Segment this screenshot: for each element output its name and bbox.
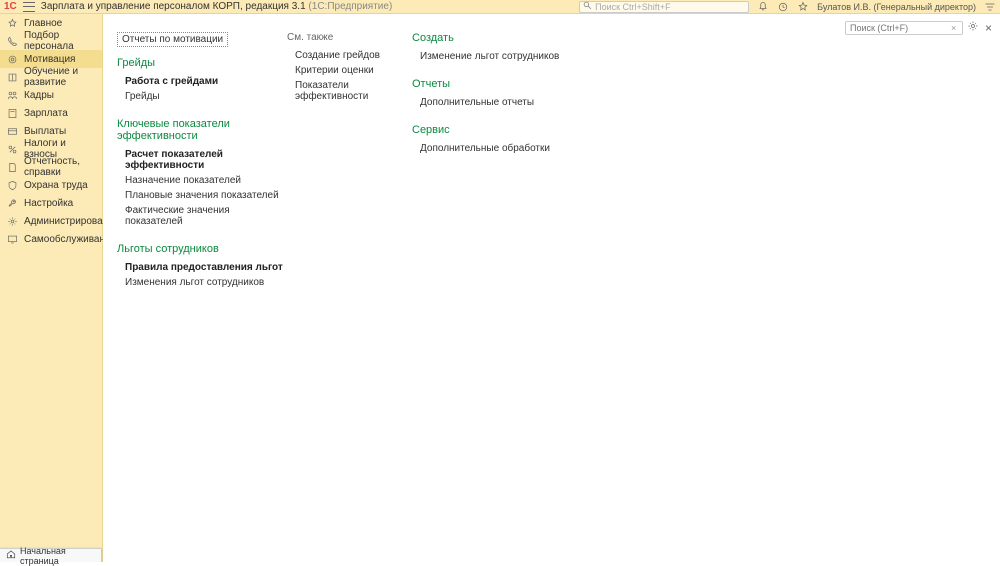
sidebar-item-label: Подбор персонала <box>24 30 96 52</box>
sidebar-item-hr[interactable]: Кадры <box>0 86 102 104</box>
filter-icon[interactable] <box>984 1 996 13</box>
link-create-grades[interactable]: Создание грейдов <box>287 48 412 63</box>
section-seealso: См. также <box>287 32 412 43</box>
section-kpi: Ключевые показатели эффективности <box>117 118 287 142</box>
search-icon <box>583 1 592 12</box>
document-icon <box>6 161 18 173</box>
link-criteria[interactable]: Критерии оценки <box>287 63 412 78</box>
gear-icon <box>6 215 18 227</box>
book-icon <box>6 71 18 83</box>
sidebar-item-label: Главное <box>24 18 62 29</box>
section-service: Сервис <box>412 124 592 136</box>
monitor-icon <box>6 233 18 245</box>
link-benefit-rules[interactable]: Правила предоставления льгот <box>117 260 287 275</box>
global-search-input[interactable]: Поиск Ctrl+Shift+F <box>579 1 749 13</box>
section-create: Создать <box>412 32 592 44</box>
menu-icon[interactable] <box>23 2 35 12</box>
sidebar-item-label: Кадры <box>24 90 54 101</box>
content-search-input[interactable] <box>845 21 963 35</box>
bell-icon[interactable] <box>757 1 769 13</box>
clear-icon[interactable]: × <box>951 23 956 33</box>
home-tab[interactable]: Начальная страница <box>0 549 102 562</box>
home-tab-label: Начальная страница <box>20 546 95 566</box>
gear-icon[interactable] <box>967 20 979 35</box>
link-benefit-changes[interactable]: Изменения льгот сотрудников <box>117 275 287 290</box>
people-icon <box>6 89 18 101</box>
link-kpi-indicators[interactable]: Показатели эффективности <box>287 78 412 104</box>
link-kpi-assign[interactable]: Назначение показателей <box>117 173 287 188</box>
sidebar-item-selfservice[interactable]: Самообслуживание <box>0 230 102 248</box>
star-icon[interactable] <box>797 1 809 13</box>
target-icon <box>6 53 18 65</box>
sidebar-item-training[interactable]: Обучение и развитие <box>0 68 102 86</box>
sidebar-item-admin[interactable]: Администрирование <box>0 212 102 230</box>
reports-link-box[interactable]: Отчеты по мотивации <box>117 32 228 47</box>
card-icon <box>6 125 18 137</box>
phone-icon <box>6 35 18 47</box>
sidebar-item-settings[interactable]: Настройка <box>0 194 102 212</box>
link-create-benefit-change[interactable]: Изменение льгот сотрудников <box>412 49 592 64</box>
sidebar-item-recruiting[interactable]: Подбор персонала <box>0 32 102 50</box>
app-logo: 1С <box>4 1 17 12</box>
titlebar: 1С Зарплата и управление персоналом КОРП… <box>0 0 1000 14</box>
link-grades[interactable]: Грейды <box>117 89 287 104</box>
sidebar: Главное Подбор персонала Мотивация Обуче… <box>0 14 103 548</box>
star-icon <box>6 17 18 29</box>
sidebar-item-label: Обучение и развитие <box>24 66 96 88</box>
sidebar-item-salary[interactable]: Зарплата <box>0 104 102 122</box>
app-title: Зарплата и управление персоналом КОРП, р… <box>41 1 392 12</box>
section-benefits: Льготы сотрудников <box>117 243 287 255</box>
link-work-grades[interactable]: Работа с грейдами <box>117 74 287 89</box>
footer: Начальная страница <box>0 548 103 562</box>
close-icon[interactable]: × <box>985 21 992 35</box>
shield-icon <box>6 179 18 191</box>
sidebar-item-label: Зарплата <box>24 108 68 119</box>
sidebar-item-label: Отчетность, справки <box>24 156 96 178</box>
link-kpi-plan[interactable]: Плановые значения показателей <box>117 188 287 203</box>
sidebar-item-label: Охрана труда <box>24 180 88 191</box>
link-kpi-calc[interactable]: Расчет показателей эффективности <box>117 147 287 173</box>
sidebar-item-reports[interactable]: Отчетность, справки <box>0 158 102 176</box>
content-area: × × Отчеты по мотивации Грейды Работа с … <box>103 14 1000 548</box>
user-label[interactable]: Булатов И.В. (Генеральный директор) <box>817 2 976 12</box>
sidebar-item-label: Мотивация <box>24 54 75 65</box>
sidebar-item-safety[interactable]: Охрана труда <box>0 176 102 194</box>
calculator-icon <box>6 107 18 119</box>
section-grades: Грейды <box>117 57 287 69</box>
link-kpi-fact[interactable]: Фактические значения показателей <box>117 203 287 229</box>
sidebar-item-label: Выплаты <box>24 126 66 137</box>
content-search: × × <box>845 20 992 35</box>
history-icon[interactable] <box>777 1 789 13</box>
home-icon <box>6 549 16 562</box>
link-extra-reports[interactable]: Дополнительные отчеты <box>412 95 592 110</box>
wrench-icon <box>6 197 18 209</box>
link-extra-processing[interactable]: Дополнительные обработки <box>412 141 592 156</box>
sidebar-item-label: Настройка <box>24 198 73 209</box>
section-reports: Отчеты <box>412 78 592 90</box>
percent-icon <box>6 143 18 155</box>
